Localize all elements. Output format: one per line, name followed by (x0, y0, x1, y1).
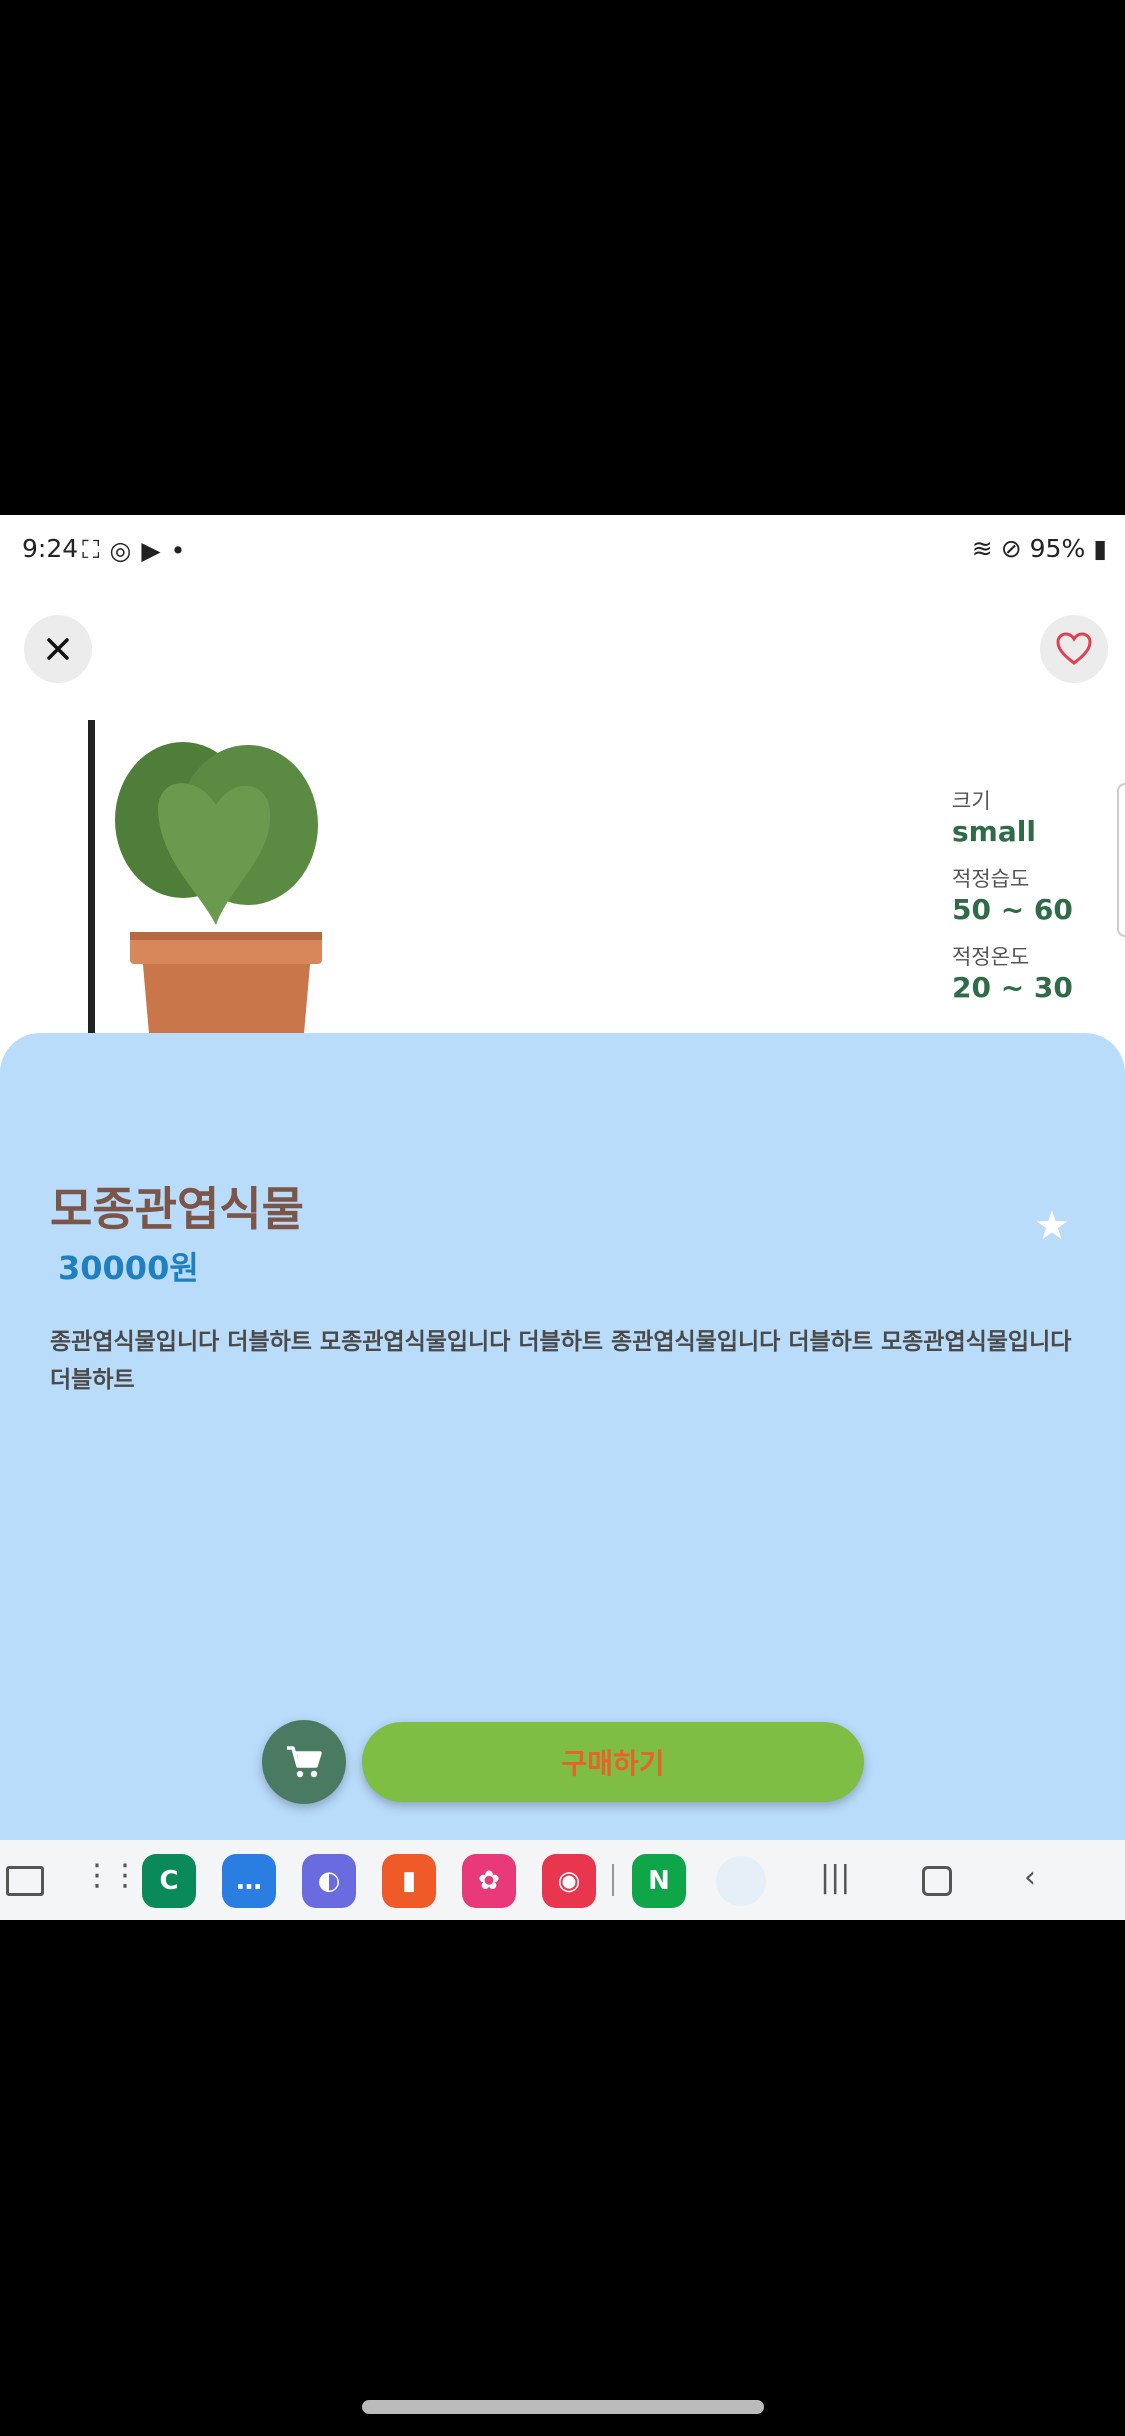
gallery-app-icon[interactable]: ✿ (462, 1854, 516, 1908)
battery-icon: ▮ (1093, 534, 1107, 563)
cart-icon (287, 1746, 322, 1778)
screenshot-icon: ⛶ (82, 535, 100, 564)
plant-illustration (115, 742, 322, 1045)
notes-app-icon[interactable]: ▮ (382, 1854, 436, 1908)
spec-humidity-value: 50 ~ 60 (952, 893, 1073, 926)
status-notification-icons: ⛶ ◎ ▶ • (82, 535, 185, 565)
naver-app-icon[interactable]: N (632, 1854, 686, 1908)
image-border (88, 720, 95, 1045)
edge-panel-handle[interactable] (1117, 783, 1125, 937)
product-title: 모종관엽식물 (50, 1182, 304, 1236)
gesture-handle[interactable] (362, 2400, 764, 2414)
product-price: 30000원 (58, 1249, 199, 1287)
messages-app-icon[interactable]: … (222, 1854, 276, 1908)
buy-button[interactable]: 구매하기 (362, 1722, 864, 1802)
status-bar: 9:24 ⛶ ◎ ▶ • ≋ ⊘ 95% ▮ (0, 515, 1125, 580)
spec-humidity-label: 적정습도 (952, 867, 1030, 891)
phone-app-icon[interactable]: C (142, 1854, 196, 1908)
plant-specs: 크기 small 적정습도 50 ~ 60 적정온도 20 ~ 30 (952, 785, 1073, 1019)
home-icon[interactable] (922, 1866, 952, 1896)
more-dot-icon: • (170, 535, 186, 565)
star-icon[interactable]: ★ (1034, 1203, 1070, 1249)
wifi-icon: ≋ (971, 534, 993, 563)
battery-text: 95% (1029, 534, 1086, 563)
back-icon[interactable]: ‹ (1024, 1860, 1036, 1895)
spec-size-label: 크기 (952, 789, 991, 813)
heart-icon (1056, 632, 1092, 665)
spec-temperature-label: 적정온도 (952, 945, 1030, 969)
sync-icon: ◎ (109, 535, 132, 565)
app-screen: 9:24 ⛶ ◎ ▶ • ≋ ⊘ 95% ▮ 크기 small 적정습도 50 … (0, 515, 1125, 1920)
status-right: ≋ ⊘ 95% ▮ (972, 534, 1107, 563)
recent-app-icon[interactable] (716, 1856, 766, 1906)
close-icon (47, 638, 69, 660)
spec-size-value: small (952, 815, 1036, 848)
close-button[interactable] (24, 615, 92, 683)
taskbar-divider (612, 1864, 614, 1896)
camera-app-icon[interactable]: ◉ (542, 1854, 596, 1908)
internet-app-icon[interactable]: ◐ (302, 1854, 356, 1908)
youtube-icon: ▶ (141, 535, 161, 565)
status-time: 9:24 (22, 534, 79, 563)
product-image (88, 720, 380, 1045)
recents-icon[interactable]: ||| (820, 1860, 850, 1895)
add-to-cart-button[interactable] (262, 1720, 346, 1804)
spec-temperature-value: 20 ~ 30 (952, 971, 1073, 1004)
taskbar-toggle-icon[interactable] (6, 1866, 44, 1896)
product-description: 종관엽식물입니다 더블하트 모종관엽식물입니다 더블하트 종관엽식물입니다 더블… (50, 1329, 1072, 1393)
favorite-button[interactable] (1040, 615, 1108, 683)
taskbar: ⋮⋮⋮ C … ◐ ▮ ✿ ◉ N ||| ‹ (0, 1840, 1125, 1920)
dnd-icon: ⊘ (1000, 534, 1022, 563)
